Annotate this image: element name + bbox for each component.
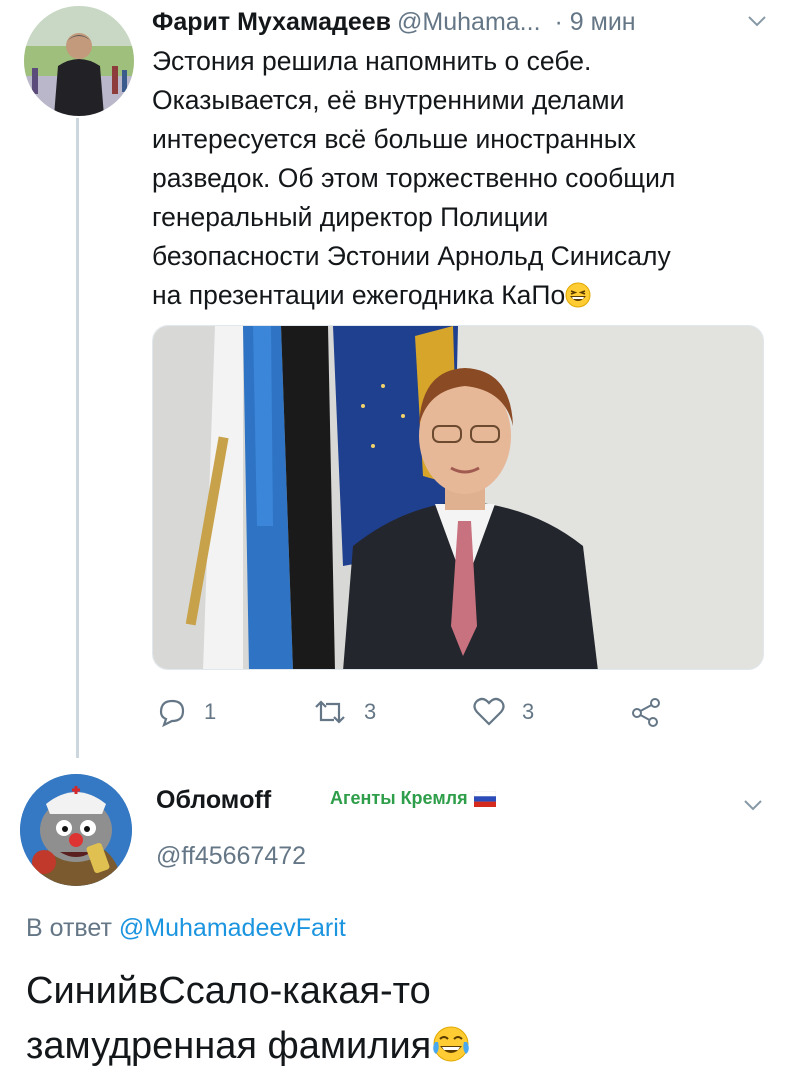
tweet-text-line: генеральный директор Полиции <box>152 202 549 232</box>
share-action[interactable] <box>630 690 662 734</box>
chevron-down-icon[interactable] <box>742 6 772 36</box>
avatar-photo <box>24 6 134 116</box>
reply-author-handle[interactable]: @ff45667472 <box>156 842 306 871</box>
reply-bubble-icon <box>159 699 185 728</box>
reply-text-line-last: замудренная фамилия <box>26 1019 766 1074</box>
tweet-text-line: на презентации ежегодника КаПо <box>152 280 566 310</box>
tweet-media-photo[interactable] <box>152 325 764 670</box>
reply-prefix: В ответ <box>26 914 112 942</box>
retweet-count: 3 <box>364 699 377 724</box>
reply-action[interactable]: 1 <box>156 690 216 734</box>
cartoon-avatar-image <box>20 774 132 886</box>
chevron-down-icon[interactable] <box>738 790 768 820</box>
retweet-icon <box>315 700 345 724</box>
reply-text-line: замудренная фамилия <box>26 1025 432 1067</box>
like-count: 3 <box>522 699 535 724</box>
tweet-text-line: Оказывается, её внутренними делами <box>152 85 625 115</box>
russian-flag-icon <box>473 790 496 807</box>
reply-author-avatar[interactable] <box>20 774 132 886</box>
tweet-text-line: безопасности Эстонии Арнольд Синисалу <box>152 241 671 271</box>
profile-badge-label: Агенты Кремля <box>330 788 468 808</box>
share-icon <box>632 698 660 727</box>
like-action[interactable]: 3 <box>472 690 534 734</box>
tweet-text-line: интересуется всё больше иностранных <box>152 124 637 154</box>
profile-badge: Агенты Кремля <box>330 788 496 809</box>
retweet-action[interactable]: 3 <box>312 690 376 734</box>
tweet-action-bar: 1 3 3 <box>152 690 692 734</box>
thread-connector-line <box>76 118 79 758</box>
face-with-tears-of-joy-emoji-icon <box>433 1026 470 1062</box>
heart-icon <box>473 697 505 726</box>
author-name[interactable]: Фарит Мухамадеев <box>152 8 391 37</box>
reply-author-name[interactable]: Обломoff <box>156 786 271 815</box>
tweet-header: Фарит Мухамадеев @Muhama... · 9 мин <box>152 4 772 40</box>
tweet-text-line: разведок. Об этом торжественно сообщил <box>152 163 676 193</box>
author-avatar[interactable] <box>24 6 134 116</box>
tweet-text-line-last: на презентации ежегодника КаПо <box>152 276 774 315</box>
press-photo-image <box>153 326 763 669</box>
reply-text-line: СинийвСсало-какая-то <box>26 970 431 1012</box>
reply-text: СинийвСсало-какая-то замудренная фамилия <box>26 964 766 1074</box>
tweet-text: Эстония решила напомнить о себе. Оказыва… <box>152 42 774 315</box>
tweet-text-line: Эстония решила напомнить о себе. <box>152 46 592 76</box>
author-handle[interactable]: @Muhama... <box>397 8 540 37</box>
reply-count: 1 <box>204 699 217 724</box>
grinning-squinting-face-emoji-icon <box>565 282 591 308</box>
tweet-timestamp[interactable]: · 9 мин <box>555 8 636 37</box>
reply-context: В ответ @MuhamadeevFarit <box>26 914 346 943</box>
reply-to-handle-link[interactable]: @MuhamadeevFarit <box>119 914 346 942</box>
